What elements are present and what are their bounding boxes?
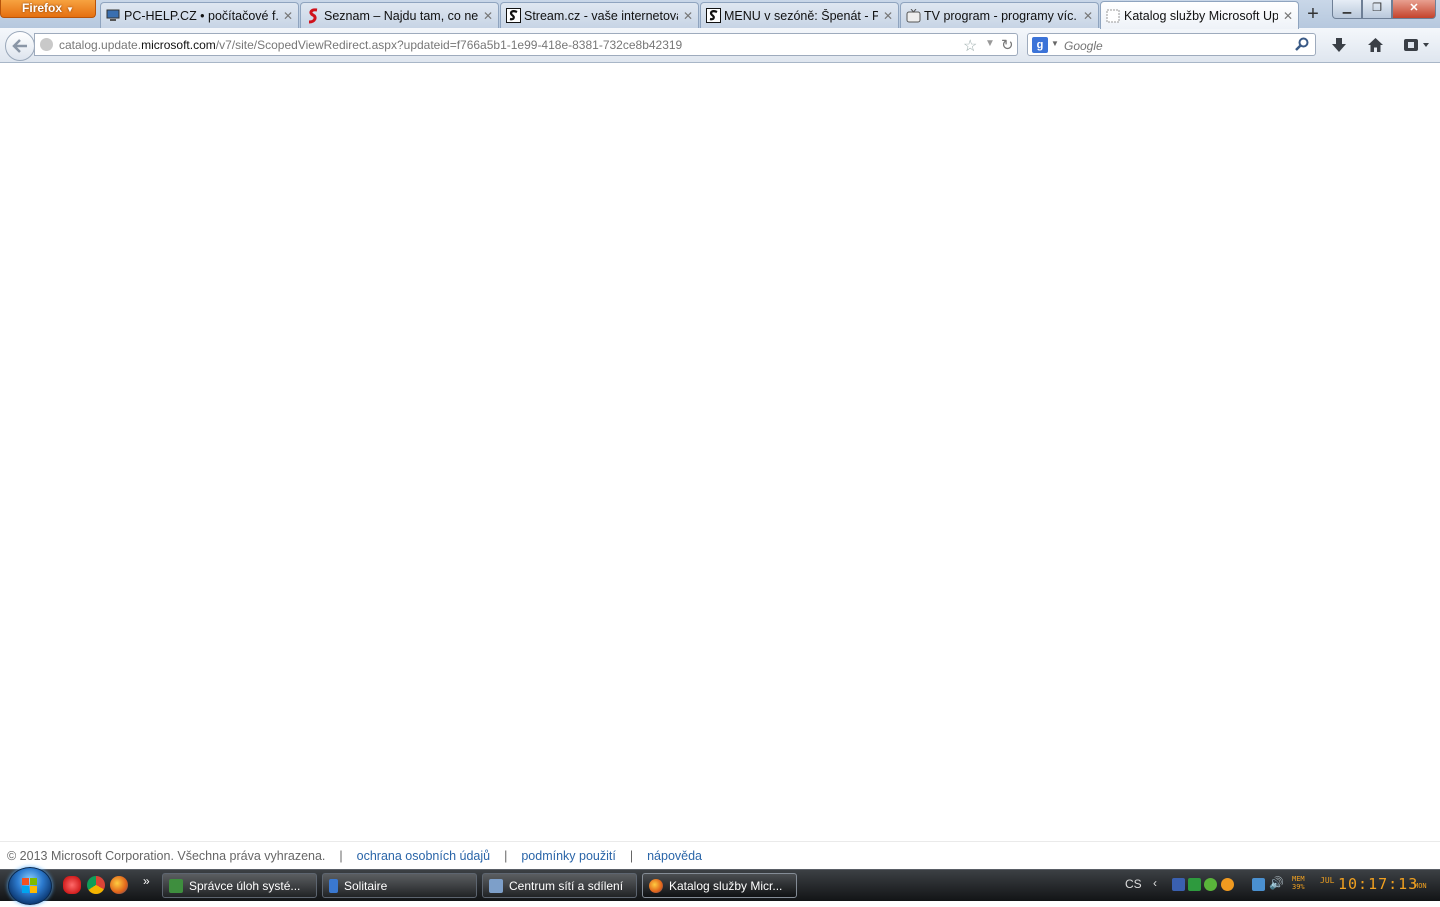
language-indicator[interactable]: CS: [1125, 877, 1142, 891]
addons-bar-button[interactable]: [1401, 34, 1435, 56]
url-bar[interactable]: catalog.update.microsoft.com/v7/site/Sco…: [34, 33, 1018, 56]
taskbar-label: Katalog služby Micr...: [669, 878, 783, 893]
close-icon[interactable]: ✕: [282, 9, 294, 23]
network-icon: [489, 878, 503, 893]
chevron-down-icon[interactable]: ▼: [1051, 39, 1059, 48]
windows-taskbar: » Správce úloh systé... Solitaire Centru…: [0, 867, 1440, 905]
minimize-button[interactable]: ▁: [1332, 0, 1362, 19]
tab-label: Katalog služby Microsoft Up...: [1124, 8, 1278, 23]
taskbar-firefox-window[interactable]: Katalog služby Micr...: [642, 873, 797, 898]
bookmark-star-icon[interactable]: ☆: [963, 36, 977, 56]
antivirus-icon[interactable]: [1204, 878, 1217, 891]
month-indicator: JUL: [1320, 876, 1335, 885]
url-history-dropdown-icon[interactable]: ▼: [985, 38, 995, 49]
tab-stream[interactable]: Stream.cz - vaše internetová... ✕: [500, 2, 699, 28]
close-window-button[interactable]: ✕: [1392, 0, 1436, 19]
arrow-left-icon: [12, 39, 27, 53]
tab-pc-help[interactable]: PC-HELP.CZ • počítačové f... ✕: [100, 2, 299, 28]
home-icon: [1367, 38, 1383, 52]
green-app-icon[interactable]: [1188, 878, 1201, 891]
system-tray: CS ‹ 🔊 MEM 39% JUL 10:17:13 MON: [1120, 870, 1440, 901]
tab-label: MENU v sezóně: Špenát - P...: [724, 8, 878, 23]
taskbar-network-center[interactable]: Centrum sítí a sdílení: [482, 873, 637, 898]
page-footer: © 2013 Microsoft Corporation. Všechna pr…: [0, 841, 1440, 869]
chevron-down-icon: ▼: [66, 5, 74, 14]
footer-separator: |: [339, 848, 343, 863]
search-input[interactable]: [1062, 36, 1296, 55]
blank-page-icon: [1105, 8, 1121, 24]
new-tab-button[interactable]: +: [1300, 3, 1326, 25]
start-button[interactable]: [8, 867, 52, 905]
memory-value: 39%: [1292, 883, 1305, 891]
search-bar[interactable]: g ▼: [1027, 33, 1316, 56]
copyright-text: © 2013 Microsoft Corporation. Všechna pr…: [7, 848, 326, 863]
taskbar-label: Centrum sítí a sdílení: [509, 878, 624, 893]
tab-strip: Firefox ▼ PC-HELP.CZ • počítačové f... ✕ …: [0, 0, 1440, 29]
bluetooth-icon[interactable]: [1172, 878, 1185, 891]
tab-label: TV program - programy víc...: [924, 8, 1078, 23]
clock[interactable]: 10:17:13: [1338, 875, 1418, 893]
tab-menu-v-sezone[interactable]: MENU v sezóně: Špenát - P... ✕: [700, 2, 899, 28]
avast-icon[interactable]: [1221, 878, 1234, 891]
home-button[interactable]: [1363, 34, 1387, 56]
memory-label: MEM: [1292, 875, 1305, 883]
search-icon[interactable]: [1294, 36, 1310, 52]
google-icon[interactable]: g: [1032, 37, 1048, 53]
day-indicator: MON: [1414, 882, 1427, 890]
firefox-icon[interactable]: [110, 876, 128, 894]
tv-icon: [905, 8, 921, 24]
help-link[interactable]: nápověda: [647, 849, 702, 863]
close-icon[interactable]: ✕: [682, 9, 694, 23]
firefox-menu-button[interactable]: Firefox ▼: [0, 0, 96, 18]
back-button[interactable]: [5, 31, 35, 61]
tab-label: Stream.cz - vaše internetová...: [524, 8, 678, 23]
windows-logo-icon: [22, 878, 37, 893]
downloads-button[interactable]: [1327, 34, 1351, 56]
solitaire-icon: [329, 878, 338, 893]
taskbar-solitaire[interactable]: Solitaire: [322, 873, 477, 898]
close-icon[interactable]: ✕: [1082, 9, 1094, 23]
window-controls: ▁ ❐ ✕: [1332, 0, 1436, 19]
close-icon[interactable]: ✕: [1282, 9, 1294, 23]
seznam-icon: [305, 7, 321, 24]
taskbar-task-manager[interactable]: Správce úloh systé...: [162, 873, 317, 898]
show-hidden-icons-icon[interactable]: ‹: [1153, 876, 1157, 890]
opera-icon[interactable]: [63, 876, 81, 894]
url-path: /v7/site/ScopedViewRedirect.aspx?updatei…: [215, 38, 683, 52]
tab-label: Seznam – Najdu tam, co ne...: [324, 8, 478, 23]
footer-separator: |: [629, 848, 634, 863]
tab-tv-program[interactable]: TV program - programy víc... ✕: [900, 2, 1099, 28]
stream-icon: [505, 8, 521, 24]
restore-button[interactable]: ❐: [1362, 0, 1392, 19]
taskbar-label: Správce úloh systé...: [189, 878, 301, 893]
volume-icon[interactable]: 🔊: [1269, 876, 1284, 890]
close-icon[interactable]: ✕: [482, 9, 494, 23]
terms-link[interactable]: podmínky použití: [521, 849, 616, 863]
url-text[interactable]: catalog.update.microsoft.com/v7/site/Sco…: [59, 38, 682, 52]
stream-icon: [705, 8, 721, 24]
puzzle-icon: [1404, 39, 1429, 51]
tab-seznam[interactable]: Seznam – Najdu tam, co ne... ✕: [300, 2, 499, 28]
url-prefix: catalog.update.: [59, 38, 142, 52]
firefox-menu-label: Firefox: [22, 1, 63, 15]
taskbar-label: Solitaire: [344, 878, 388, 893]
navigation-toolbar: catalog.update.microsoft.com/v7/site/Sco…: [0, 28, 1440, 63]
task-manager-icon: [169, 878, 183, 893]
tab-label: PC-HELP.CZ • počítačové f...: [124, 8, 278, 23]
close-icon[interactable]: ✕: [882, 9, 894, 23]
footer-separator: |: [504, 848, 508, 863]
reload-icon[interactable]: ↻: [1001, 36, 1014, 54]
memory-meter[interactable]: MEM 39%: [1292, 875, 1305, 891]
computer-icon: [105, 8, 121, 24]
chrome-icon[interactable]: [87, 876, 105, 894]
network-tray-icon[interactable]: [1252, 878, 1265, 891]
quick-launch-overflow-icon[interactable]: »: [143, 874, 150, 888]
firefox-icon: [649, 878, 663, 893]
url-host: microsoft.com: [141, 38, 216, 52]
tab-katalog-microsoft[interactable]: Katalog služby Microsoft Up... ✕: [1100, 1, 1299, 29]
site-identity-icon[interactable]: [40, 38, 53, 51]
download-arrow-icon: [1332, 38, 1346, 52]
privacy-link[interactable]: ochrana osobních údajů: [357, 849, 490, 863]
